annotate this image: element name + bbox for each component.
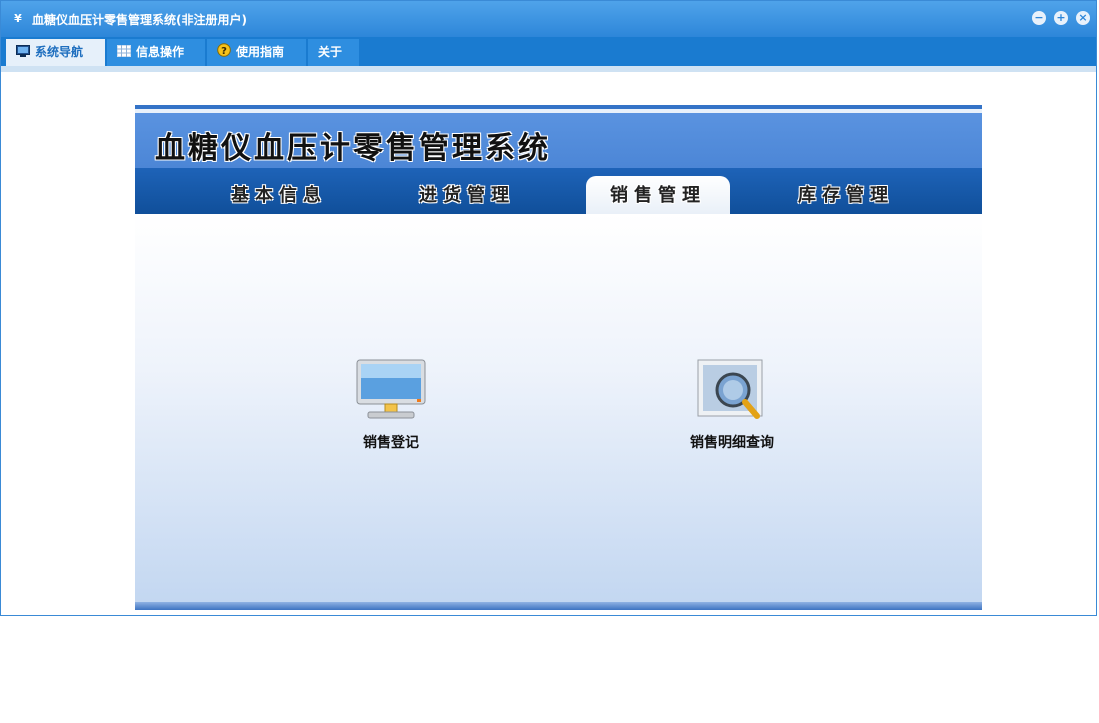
menu-bar: 系统导航 信息操作 ? 使用指南 关于	[1, 37, 1096, 72]
computer-icon	[356, 359, 426, 419]
footer-bar	[135, 602, 982, 610]
svg-text:?: ?	[221, 46, 227, 57]
monitor-icon	[16, 45, 30, 57]
main-panel: 血糖仪血压计零售管理系统 基本信息 进货管理 销售管理 库存管理 销售登记 销售…	[135, 105, 982, 610]
menu-tab-label: 信息操作	[136, 45, 185, 59]
feature-label: 销售明细查询	[690, 435, 774, 451]
maximize-icon[interactable]: +	[1054, 11, 1068, 25]
title-bar[interactable]: ¥ 血糖仪血压计零售管理系统(非注册用户) − + ×	[1, 1, 1096, 37]
minimize-icon[interactable]: −	[1032, 11, 1046, 25]
nav-tab-inventory[interactable]: 库存管理	[774, 176, 918, 214]
menu-tab-about[interactable]: 关于	[308, 39, 359, 66]
feature-label: 销售登记	[363, 435, 419, 451]
workspace: 销售登记 销售明细查询	[135, 214, 982, 602]
close-icon[interactable]: ×	[1076, 11, 1090, 25]
nav-tab-purchase[interactable]: 进货管理	[395, 176, 539, 214]
help-icon: ?	[217, 43, 231, 57]
window-title: 血糖仪血压计零售管理系统(非注册用户)	[32, 13, 247, 27]
menu-tab-label: 关于	[318, 45, 343, 59]
content-area: 血糖仪血压计零售管理系统 基本信息 进货管理 销售管理 库存管理 销售登记 销售…	[4, 72, 1093, 613]
nav-tabstrip: 基本信息 进货管理 销售管理 库存管理	[135, 168, 982, 214]
app-logo-icon: ¥	[14, 12, 22, 25]
sales-detail-query-button[interactable]: 销售明细查询	[652, 358, 812, 452]
menu-tab-system-nav[interactable]: 系统导航	[6, 39, 105, 66]
banner-title: 血糖仪血压计零售管理系统	[155, 131, 551, 166]
banner: 血糖仪血压计零售管理系统	[135, 105, 982, 168]
menu-tab-info-ops[interactable]: 信息操作	[107, 39, 205, 66]
sales-register-button[interactable]: 销售登记	[311, 358, 471, 452]
app-window: ¥ 血糖仪血压计零售管理系统(非注册用户) − + × 系统导航 信息操作 ? …	[0, 0, 1097, 616]
menu-tab-label: 系统导航	[35, 45, 84, 59]
nav-tab-basic-info[interactable]: 基本信息	[207, 176, 351, 214]
menu-tab-user-guide[interactable]: ? 使用指南	[207, 39, 306, 66]
grid-icon	[117, 45, 131, 57]
magnifier-icon	[697, 359, 763, 419]
menu-tab-label: 使用指南	[236, 45, 285, 59]
nav-tab-sales[interactable]: 销售管理	[586, 176, 730, 214]
